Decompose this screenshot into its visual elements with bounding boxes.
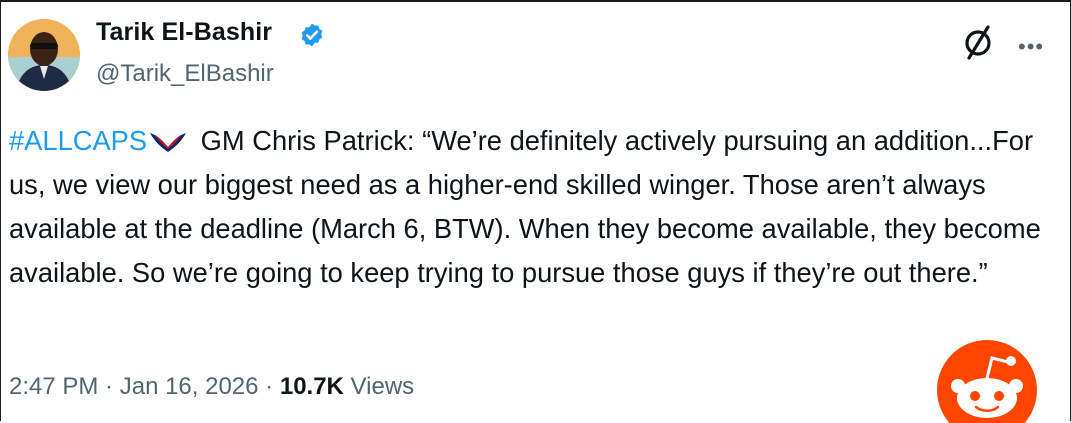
capitals-eagle-icon xyxy=(150,133,187,152)
tweet-time[interactable]: 2:47 PM xyxy=(9,373,98,400)
meta-separator: · xyxy=(98,373,120,400)
tweet-date[interactable]: Jan 16, 2026 xyxy=(120,373,259,400)
author-handle[interactable]: @Tarik_ElBashir xyxy=(96,60,274,88)
more-icon[interactable]: ••• xyxy=(1018,36,1044,58)
tweet-meta: 2:47 PM · Jan 16, 2026 · 10.7K Views xyxy=(9,373,414,401)
views-label: Views xyxy=(343,373,415,400)
views-count: 10.7K xyxy=(279,373,344,400)
meta-separator: · xyxy=(258,373,280,400)
reddit-snoo-icon xyxy=(937,340,1037,423)
tweet-card: Tarik El-Bashir @Tarik_ElBashir ••• #ALL… xyxy=(0,0,1071,423)
grok-icon[interactable] xyxy=(958,22,998,62)
author-name[interactable]: Tarik El-Bashir xyxy=(96,18,272,47)
avatar[interactable] xyxy=(8,19,80,91)
tweet-text: #ALLCAPS GM Chris Patrick: “We’re defini… xyxy=(9,119,1049,295)
hashtag-link[interactable]: #ALLCAPS xyxy=(9,125,147,156)
verified-badge-icon xyxy=(301,23,323,47)
